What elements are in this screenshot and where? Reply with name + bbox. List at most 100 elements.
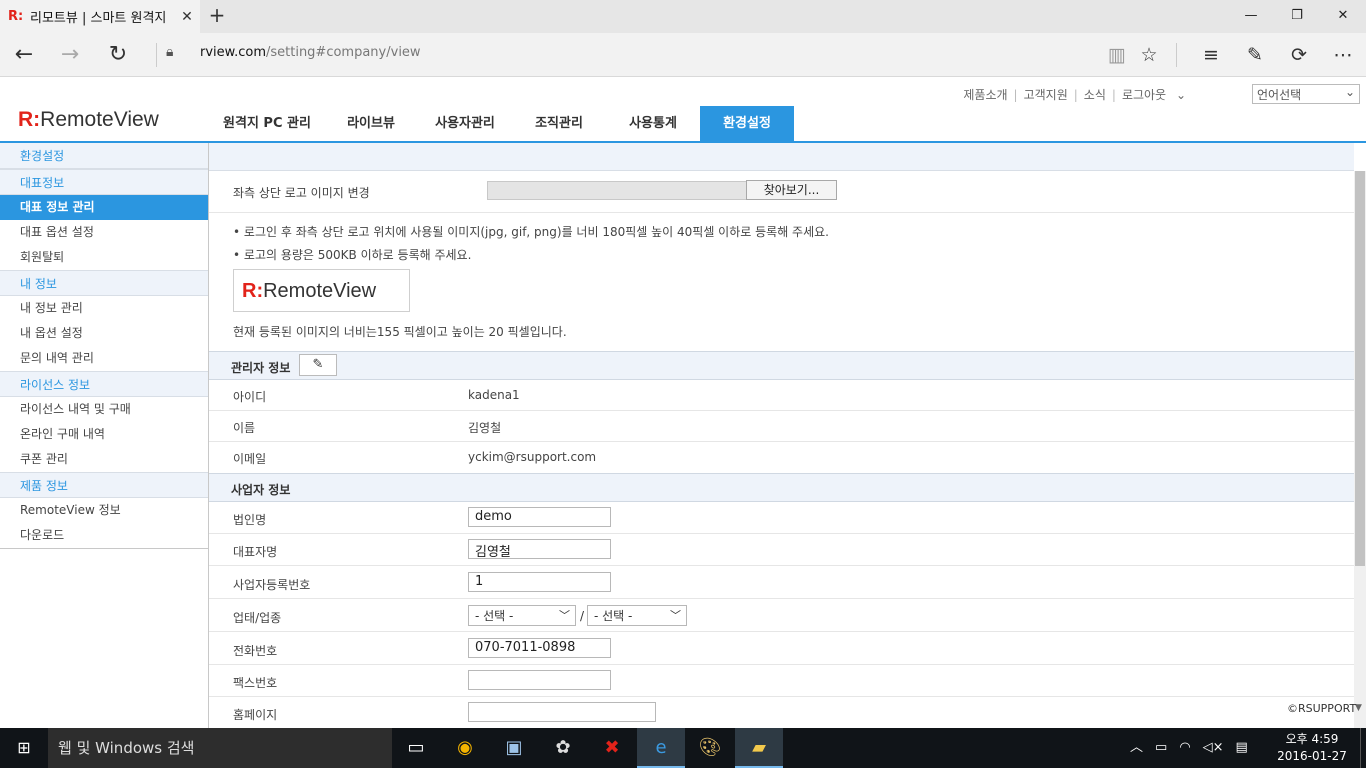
address-bar: ← → ↻ 🔒︎ rview.com/setting#company/view … [0, 33, 1366, 77]
taskbar-search[interactable]: 웹 및 Windows 검색 [48, 728, 392, 768]
content-header-bar [209, 143, 1354, 171]
preview-logo-text: RemoteView [263, 280, 377, 302]
sidebar-item-product-info[interactable]: RemoteView 정보 [0, 498, 208, 523]
close-tab-icon[interactable]: ✕ [178, 9, 196, 25]
chevron-down-icon[interactable]: ⌄ [1176, 88, 1186, 102]
copyright: ©RSUPPORT [1287, 702, 1357, 715]
nav-organization[interactable]: 조직관리 [512, 106, 606, 142]
phone-row: 전화번호 070-7011-0898 [209, 632, 1354, 665]
top-link-support[interactable]: 고객지원 [1024, 88, 1068, 102]
sidebar-item-license-purchase[interactable]: 라이선스 내역 및 구매 [0, 397, 208, 422]
more-icon[interactable]: ⋯ [1321, 33, 1365, 77]
edit-admin-button[interactable]: ✎ [299, 354, 337, 376]
nav-user-management[interactable]: 사용자관리 [418, 106, 512, 142]
file-manager-icon[interactable]: ▣ [490, 728, 538, 768]
sidebar-item-inquiries[interactable]: 문의 내역 관리 [0, 346, 208, 371]
xmind-icon[interactable]: ✖ [588, 728, 636, 768]
sidebar-section-license[interactable]: 라이선스 정보 [0, 371, 208, 397]
nav-remote-pc[interactable]: 원격지 PC 관리 [210, 106, 324, 142]
windows-start-icon[interactable]: ⊞ [0, 728, 48, 768]
browser-tab[interactable]: R: 리모트뷰 | 스마트 원격지 ✕ [0, 0, 200, 33]
regno-label: 사업자등록번호 [233, 578, 311, 592]
main-nav: 원격지 PC 관리 라이브뷰 사용자관리 조직관리 사용통계 환경설정 [210, 106, 794, 142]
chevron-down-icon: ⌄ [1344, 85, 1355, 99]
wifi-icon[interactable]: ◠ [1179, 740, 1190, 755]
back-icon[interactable]: ← [0, 33, 48, 77]
forward-icon[interactable]: → [46, 33, 94, 77]
admin-info-header: 관리자 정보 ✎ [209, 351, 1354, 380]
chrome-icon[interactable]: ◉ [441, 728, 489, 768]
top-link-logout[interactable]: 로그아웃 [1122, 88, 1166, 102]
hub-icon[interactable]: ≡ [1189, 33, 1233, 77]
battery-icon[interactable]: ▭ [1155, 740, 1167, 755]
task-view-icon[interactable]: ▭ [392, 728, 440, 768]
favorite-star-icon[interactable]: ☆ [1127, 33, 1171, 77]
sidebar-section-my-info[interactable]: 내 정보 [0, 270, 208, 296]
business-info-title: 사업자 정보 [231, 483, 291, 497]
admin-id-row: 아이디 kadena1 [209, 380, 1354, 411]
homepage-input[interactable] [468, 702, 656, 722]
url-host: rview.com [200, 45, 266, 60]
sidebar-section-product[interactable]: 제품 정보 [0, 472, 208, 498]
logo-file-input[interactable] [487, 181, 747, 200]
web-note-icon[interactable]: ✎ [1233, 33, 1277, 77]
sidebar-title[interactable]: 환경설정 [0, 143, 208, 169]
sidebar-item-rep-options[interactable]: 대표 옵션 설정 [0, 220, 208, 245]
bizitem-select[interactable]: - 선택 - ﹀ [587, 605, 687, 626]
chevron-up-icon[interactable]: ︿ [1130, 740, 1143, 755]
site-logo[interactable]: R:RemoteView [18, 108, 159, 132]
edge-icon[interactable]: e [637, 728, 685, 768]
system-tray: ︿ ▭ ◠ ◁× ▤ [1130, 728, 1248, 768]
sidebar-item-rep-info[interactable]: 대표 정보 관리 [0, 195, 208, 220]
sidebar-item-my-options[interactable]: 내 옵션 설정 [0, 321, 208, 346]
logo-text: RemoteView [40, 108, 159, 131]
divider [156, 43, 157, 67]
nav-liveview[interactable]: 라이브뷰 [324, 106, 418, 142]
phone-input[interactable]: 070-7011-0898 [468, 638, 611, 658]
corp-name-input[interactable]: demo [468, 507, 611, 527]
top-link-product[interactable]: 제품소개 [963, 88, 1007, 102]
browser-tab-strip: R: 리모트뷰 | 스마트 원격지 ✕ + — ❐ ✕ [0, 0, 1366, 33]
sidebar-item-online-purchases[interactable]: 온라인 구매 내역 [0, 422, 208, 447]
top-links: 제품소개 | 고객지원 | 소식 | 로그아웃 ⌄ [963, 88, 1186, 102]
refresh-icon[interactable]: ↻ [94, 33, 142, 77]
divider [1176, 43, 1177, 67]
minimize-icon[interactable]: — [1228, 0, 1274, 33]
logo-note-capacity: • 로고의 용량은 500KB 이하로 등록해 주세요. [233, 248, 472, 262]
sidebar-section-representative[interactable]: 대표정보 [0, 169, 208, 195]
sidebar-item-my-info[interactable]: 내 정보 관리 [0, 296, 208, 321]
logo-upload-row: 좌측 상단 로고 이미지 변경 찾아보기... [209, 171, 1354, 213]
logo-upload-label: 좌측 상단 로고 이미지 변경 [233, 186, 370, 200]
biztype-select[interactable]: - 선택 - ﹀ [468, 605, 576, 626]
nav-statistics[interactable]: 사용통계 [606, 106, 700, 142]
nav-settings[interactable]: 환경설정 [700, 106, 794, 142]
taskbar-clock[interactable]: 오후 4:59 2016-01-27 [1270, 731, 1354, 765]
scrollbar-thumb[interactable] [1355, 171, 1365, 566]
ceo-name-input[interactable]: 김영철 [468, 539, 611, 560]
show-desktop-button[interactable] [1360, 728, 1366, 768]
sidebar-item-withdraw[interactable]: 회원탈퇴 [0, 245, 208, 270]
paint-icon[interactable]: 🎨︎ [686, 728, 734, 768]
preview-logo-mark: R: [242, 280, 264, 302]
fax-input[interactable] [468, 670, 611, 690]
fax-label: 팩스번호 [233, 676, 278, 690]
ceo-name-row: 대표자명 김영철 [209, 534, 1354, 566]
share-icon[interactable]: ⟳ [1277, 33, 1321, 77]
url-input[interactable]: rview.com/setting#company/view [200, 45, 421, 60]
volume-icon[interactable]: ◁× [1203, 740, 1224, 755]
app-icon[interactable]: ✿ [539, 728, 587, 768]
sidebar-item-coupons[interactable]: 쿠폰 관리 [0, 447, 208, 472]
settings-panel: 좌측 상단 로고 이미지 변경 찾아보기... • 로그인 후 좌측 상단 로고… [209, 171, 1354, 728]
folder-icon[interactable]: ▰ [735, 728, 783, 768]
top-link-news[interactable]: 소식 [1084, 88, 1106, 102]
sidebar-item-download[interactable]: 다운로드 [0, 523, 208, 548]
restore-icon[interactable]: ❐ [1274, 0, 1320, 33]
admin-email-link[interactable]: yckim@rsupport.com [468, 450, 596, 464]
regno-input[interactable]: 1 [468, 572, 611, 592]
notification-icon[interactable]: ▤ [1236, 740, 1248, 755]
browse-button[interactable]: 찾아보기... [746, 180, 837, 200]
language-select[interactable]: 언어선택 ⌄ [1252, 84, 1360, 104]
logo-note-size: • 로그인 후 좌측 상단 로고 위치에 사용될 이미지(jpg, gif, p… [233, 225, 829, 239]
close-window-icon[interactable]: ✕ [1320, 0, 1366, 33]
new-tab-button[interactable]: + [204, 4, 230, 28]
